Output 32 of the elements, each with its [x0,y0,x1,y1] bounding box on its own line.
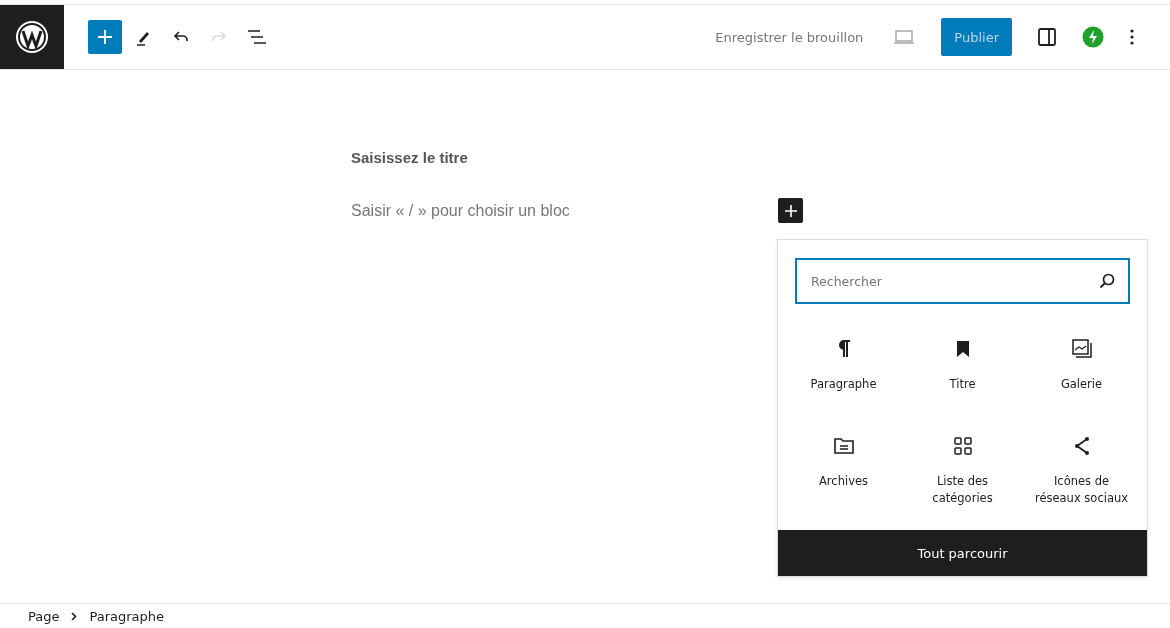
add-block-button[interactable] [778,198,803,223]
grid-icon [952,435,973,457]
wordpress-logo[interactable] [0,5,64,69]
gallery-icon [1070,338,1093,360]
breadcrumb-link[interactable]: Page [28,608,60,624]
chevron-right-icon [71,611,78,621]
block-label: Galerie [1060,376,1103,393]
more-options-icon[interactable] [1130,28,1134,46]
folder-icon [832,435,855,457]
block-item[interactable]: Archives [784,421,903,508]
block-label: Archives [819,473,868,490]
save-draft-button[interactable]: Enregistrer le brouillon [711,29,868,45]
sidebar-toggle-icon[interactable] [1038,28,1056,46]
block-item[interactable]: Titre [903,324,1022,411]
bookmark-icon [955,338,970,360]
browse-all-button[interactable]: Tout parcourir [778,530,1147,576]
plus-icon [783,203,798,218]
search-icon [1098,272,1116,290]
block-label: Icônes de réseaux sociaux [1033,473,1130,507]
block-item[interactable]: Galerie [1022,324,1141,411]
block-item[interactable]: Paragraphe [784,324,903,411]
lightning-icon[interactable] [1082,26,1104,48]
block-label: Liste des catégories [931,473,994,507]
search-field[interactable]: Rechercher [795,258,1130,304]
block-label: Titre [949,376,976,393]
block-placeholder[interactable]: Saisir « / » pour choisir un bloc [351,201,570,220]
wordpress-logo-icon [15,20,49,54]
title-placeholder[interactable]: Saisissez le titre [351,149,803,166]
block-item[interactable]: Liste des catégories [903,421,1022,508]
breadcrumb-link[interactable]: Paragraphe [89,608,165,624]
block-label: Paragraphe [810,376,877,393]
block-item[interactable]: Icônes de réseaux sociaux [1022,421,1141,508]
